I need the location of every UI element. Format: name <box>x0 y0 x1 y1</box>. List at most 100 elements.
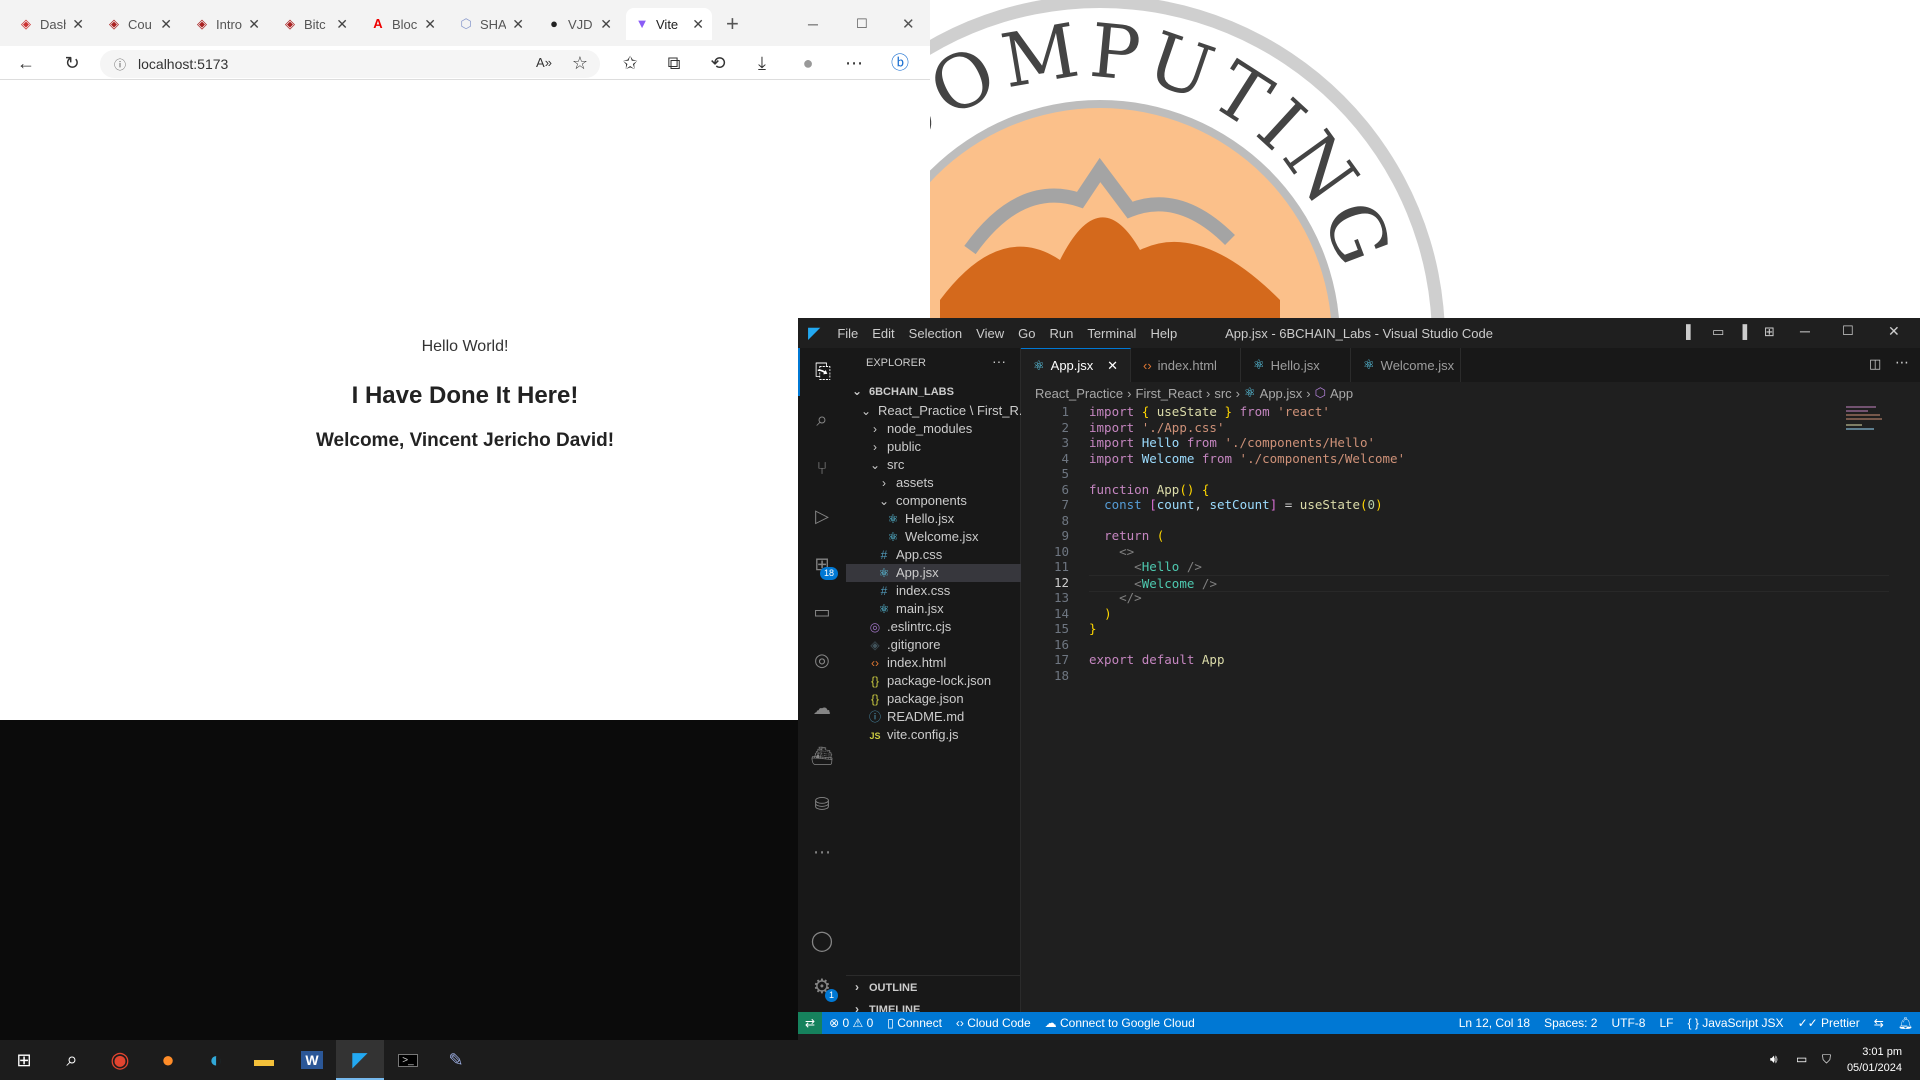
chrome-icon[interactable]: ◉ <box>96 1040 144 1080</box>
explorer-item[interactable]: › public <box>846 438 1021 456</box>
menu-go[interactable]: Go <box>1011 326 1042 341</box>
google-cloud-button[interactable]: ☁ Connect to Google Cloud <box>1038 1016 1202 1030</box>
minimize-icon[interactable]: ─ <box>800 8 830 40</box>
source-control-icon[interactable]: ⑂ <box>798 444 846 492</box>
terminal-icon[interactable]: >_ <box>384 1040 432 1080</box>
network-icon[interactable]: ▭ <box>1796 1052 1807 1066</box>
more-views-icon[interactable]: ⋯ <box>798 828 846 876</box>
cursor-position[interactable]: Ln 12, Col 18 <box>1452 1016 1537 1030</box>
breadcrumb-item[interactable]: First_React <box>1136 386 1202 401</box>
indentation[interactable]: Spaces: 2 <box>1537 1016 1604 1030</box>
maximize-icon[interactable]: ☐ <box>848 8 878 40</box>
read-aloud-icon[interactable]: A» <box>530 50 558 76</box>
info-icon[interactable]: ⓘ <box>114 56 126 73</box>
explorer-item[interactable]: ⚛ Welcome.jsx <box>846 528 1021 546</box>
download-icon[interactable]: ⤓ <box>748 50 776 76</box>
favorites-icon[interactable]: ✩ <box>616 50 644 76</box>
refresh-icon[interactable]: ↻ <box>58 50 86 76</box>
code-line[interactable]: import Welcome from './components/Welcom… <box>1089 451 1405 466</box>
close-icon[interactable]: ✕ <box>424 16 436 33</box>
notepad-icon[interactable]: ✎ <box>432 1040 480 1080</box>
code-line[interactable]: ) <box>1089 606 1112 621</box>
bing-icon[interactable]: ⓑ <box>886 50 914 76</box>
explorer-more-icon[interactable]: ··· <box>992 353 1006 369</box>
menu-edit[interactable]: Edit <box>865 326 901 341</box>
menu-selection[interactable]: Selection <box>902 326 969 341</box>
close-icon[interactable]: ✕ <box>72 16 84 33</box>
encoding[interactable]: UTF-8 <box>1604 1016 1652 1030</box>
explorer-item[interactable]: {} package-lock.json <box>846 672 1021 690</box>
breadcrumb-item[interactable]: React_Practice <box>1035 386 1123 401</box>
search-icon[interactable]: ⌕ <box>48 1040 96 1080</box>
code-line[interactable]: import { useState } from 'react' <box>1089 404 1330 419</box>
close-icon[interactable]: ✕ <box>512 16 524 33</box>
code-line[interactable]: export default App <box>1089 652 1224 667</box>
remote-indicator-icon[interactable]: ⇄ <box>798 1012 823 1034</box>
cloud-code-button[interactable]: ‹› Cloud Code <box>949 1016 1038 1030</box>
explorer-item[interactable]: ⌄ React_Practice \ First_R... <box>846 402 1021 420</box>
code-line[interactable]: <Hello /> <box>1089 559 1202 574</box>
explorer-item[interactable]: ⚛ Hello.jsx <box>846 510 1021 528</box>
explorer-item[interactable]: › node_modules <box>846 420 1021 438</box>
language-mode[interactable]: { } JavaScript JSX <box>1681 1016 1791 1030</box>
vscode-taskbar-icon[interactable]: ◤ <box>336 1040 384 1080</box>
close-icon[interactable]: ✕ <box>600 16 612 33</box>
windows-start-icon[interactable]: ⊞ <box>0 1040 48 1080</box>
collections-icon[interactable]: ⧉ <box>660 50 688 76</box>
file-explorer-icon[interactable]: ▬ <box>240 1040 288 1080</box>
workspace-root[interactable]: ⌄ 6BCHAIN_LABS <box>846 380 1021 402</box>
history-icon[interactable]: ⟲ <box>704 50 732 76</box>
explorer-item[interactable]: ⓘ README.md <box>846 708 1021 726</box>
more-menu-icon[interactable]: ⋯ <box>840 50 868 76</box>
security-icon[interactable]: ⛉ <box>1822 1052 1831 1067</box>
code-line[interactable]: import Hello from './components/Hello' <box>1089 435 1375 450</box>
close-icon[interactable]: ✕ <box>1107 358 1118 374</box>
gitlens-icon[interactable]: ◎ <box>798 636 846 684</box>
new-tab-button[interactable]: + <box>718 8 752 40</box>
menu-terminal[interactable]: Terminal <box>1080 326 1143 341</box>
close-icon[interactable]: ✕ <box>336 16 348 33</box>
explorer-item[interactable]: ‹› index.html <box>846 654 1021 672</box>
editor-tab-hello-jsx[interactable]: ⚛ Hello.jsx <box>1241 348 1351 382</box>
menu-view[interactable]: View <box>969 326 1011 341</box>
url-field[interactable]: ⓘ localhost:5173 <box>100 50 600 78</box>
word-icon[interactable]: W <box>288 1040 336 1080</box>
browser-tab-active[interactable]: ▼ Vite ✕ <box>626 8 712 40</box>
browser-tab[interactable]: A Bloc ✕ <box>362 8 444 40</box>
browser-tab[interactable]: ◈ Bitc ✕ <box>274 8 356 40</box>
close-window-icon[interactable]: ✕ <box>1888 323 1900 340</box>
customize-layout-icon[interactable]: ⊞ <box>1764 324 1775 340</box>
toggle-secondary-sidebar-icon[interactable]: ▐ <box>1738 324 1747 339</box>
browser-tab[interactable]: ◈ Intro ✕ <box>186 8 268 40</box>
run-debug-icon[interactable]: ▷ <box>798 492 846 540</box>
code-line[interactable]: <Welcome /> <box>1089 574 1889 592</box>
cloud-code-icon[interactable]: ☁ <box>798 684 846 732</box>
problems-indicator[interactable]: ⊗ 0 ⚠ 0 <box>822 1016 880 1030</box>
breadcrumb-item[interactable]: src <box>1214 386 1231 401</box>
speaker-icon[interactable]: 🔊︎ <box>1770 1052 1778 1067</box>
docker-icon[interactable]: ⛴ <box>798 732 846 780</box>
explorer-item[interactable]: # App.css <box>846 546 1021 564</box>
editor-tab-index-html[interactable]: ‹› index.html <box>1131 348 1241 382</box>
breadcrumb-item[interactable]: App.jsx <box>1260 386 1303 401</box>
close-icon[interactable]: ✕ <box>160 16 172 33</box>
editor-tab-app-jsx[interactable]: ⚛ App.jsx ✕ <box>1021 348 1131 382</box>
live-share-icon[interactable]: ⇆ <box>1867 1016 1891 1030</box>
split-editor-icon[interactable]: ◫ <box>1869 356 1881 372</box>
explorer-item[interactable]: ◈ .gitignore <box>846 636 1021 654</box>
notifications-bell-icon[interactable]: 🔔︎ <box>1891 1016 1920 1030</box>
extensions-icon[interactable]: ⊞ 18 <box>798 540 846 588</box>
explorer-item[interactable]: ⌄ components <box>846 492 1021 510</box>
minimize-icon[interactable]: ─ <box>1800 323 1810 339</box>
search-icon[interactable]: ⌕ <box>798 396 846 444</box>
back-arrow-icon[interactable]: ← <box>12 50 40 76</box>
database-icon[interactable]: ⛁ <box>798 780 846 828</box>
explorer-item[interactable]: # index.css <box>846 582 1021 600</box>
toggle-panel-icon[interactable]: ▭ <box>1712 324 1724 340</box>
code-editor[interactable]: 1 import { useState } from 'react' 2 import… <box>1021 404 1920 1012</box>
settings-gear-icon[interactable]: ⚙ 1 <box>798 962 846 1010</box>
breadcrumb-item[interactable]: App <box>1330 386 1353 401</box>
browser-tab[interactable]: ◈ Cou ✕ <box>98 8 180 40</box>
close-window-icon[interactable]: ✕ <box>894 8 924 40</box>
browser-tab[interactable]: ● VJD ✕ <box>538 8 620 40</box>
